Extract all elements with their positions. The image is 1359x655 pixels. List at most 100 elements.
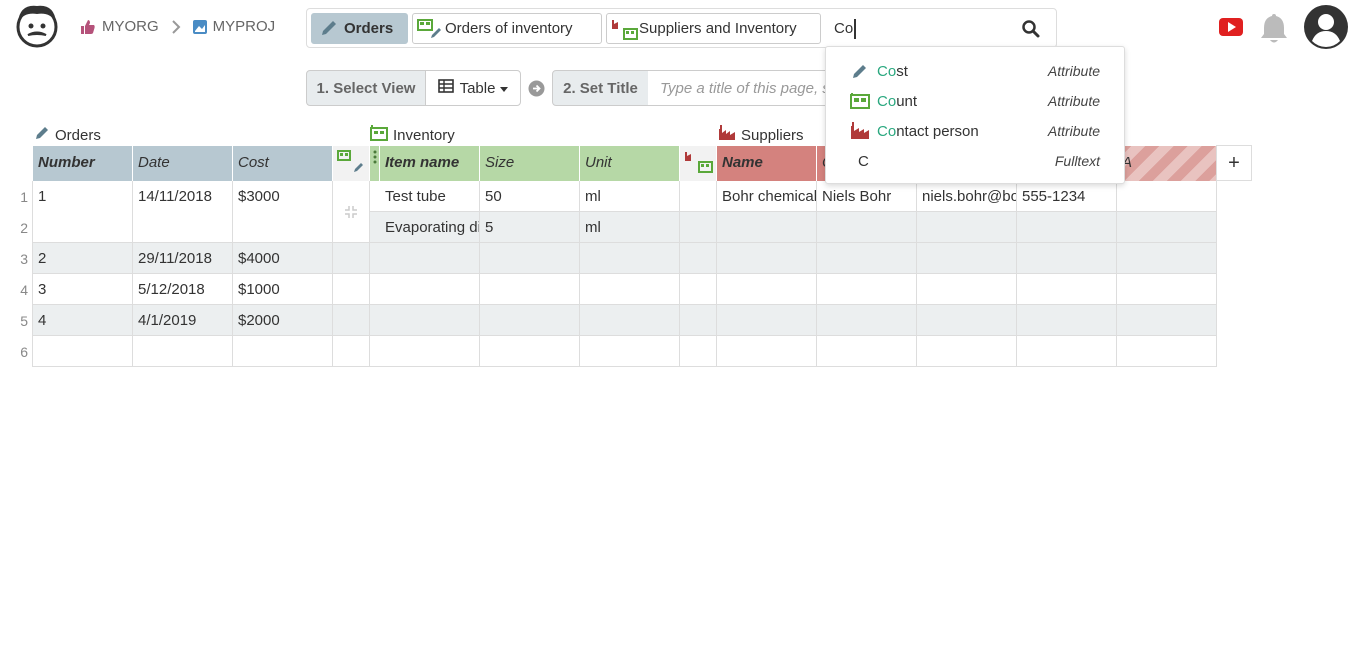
cell-link[interactable] (333, 305, 370, 336)
col-header-cost[interactable]: Cost (233, 146, 333, 181)
breadcrumb-org[interactable]: MYORG (102, 18, 159, 35)
title-input[interactable]: Type a title of this page, save (648, 70, 828, 106)
search-bar[interactable]: Orders Orders of inventory Suppliers and… (306, 8, 1057, 48)
cell-empty[interactable] (1117, 243, 1217, 274)
cell-size[interactable] (480, 336, 580, 367)
suggestion-contact-person[interactable]: Contact person Attribute (826, 116, 1124, 146)
cell-empty[interactable] (1117, 212, 1217, 243)
cell-sname[interactable] (717, 336, 817, 367)
cell-contact[interactable] (817, 212, 917, 243)
cell-phone[interactable] (1017, 274, 1117, 305)
cell-unit[interactable]: ml (580, 212, 680, 243)
col-header-item-name[interactable]: Item name (380, 146, 480, 181)
cell-unit[interactable]: ml (580, 181, 680, 212)
cell-contact[interactable] (817, 305, 917, 336)
cell-size[interactable]: 5 (480, 212, 580, 243)
cell-sname[interactable] (717, 305, 817, 336)
cell-date[interactable]: 29/11/2018 (133, 243, 233, 274)
cell-empty[interactable] (680, 336, 717, 367)
col-header-new[interactable]: A (1117, 146, 1217, 181)
bell-icon[interactable] (1259, 12, 1289, 44)
cell-date[interactable]: 14/11/2018 (133, 181, 233, 243)
chip-orders-of-inventory[interactable]: Orders of inventory (412, 13, 602, 44)
cell-empty[interactable] (1117, 274, 1217, 305)
cell-empty[interactable] (680, 243, 717, 274)
collapse-icon[interactable] (344, 205, 358, 223)
suggestion-fulltext[interactable]: C Fulltext (826, 146, 1124, 176)
link-column-header[interactable] (680, 146, 717, 181)
breadcrumb-project[interactable]: MYPROJ (213, 18, 276, 35)
cell-date[interactable]: 4/1/2019 (133, 305, 233, 336)
chip-orders[interactable]: Orders (311, 13, 408, 44)
cell-cost[interactable]: $2000 (233, 305, 333, 336)
view-dropdown[interactable]: Table (425, 70, 521, 106)
cell-contact[interactable] (817, 274, 917, 305)
search-input[interactable]: Co (834, 20, 853, 37)
cell-contact[interactable]: Niels Bohr (817, 181, 917, 212)
cell-unit[interactable] (580, 305, 680, 336)
suggestion-count[interactable]: Count Attribute (826, 86, 1124, 116)
cell-size[interactable] (480, 305, 580, 336)
cell-number[interactable] (33, 336, 133, 367)
cell-unit[interactable] (580, 274, 680, 305)
chip-suppliers-and-inventory[interactable]: Suppliers and Inventory (606, 13, 821, 44)
cell-contact[interactable] (817, 336, 917, 367)
cell-cost[interactable]: $1000 (233, 274, 333, 305)
cell-number[interactable]: 1 (33, 181, 133, 243)
cell-unit[interactable] (580, 243, 680, 274)
cell-empty[interactable] (680, 305, 717, 336)
cell-size[interactable]: 50 (480, 181, 580, 212)
search-icon[interactable] (1021, 19, 1041, 39)
cell-email[interactable] (917, 336, 1017, 367)
link-column-header[interactable] (333, 146, 370, 181)
cell-phone[interactable] (1017, 336, 1117, 367)
cell-item[interactable]: Test tube (380, 181, 480, 212)
cell-link[interactable] (333, 274, 370, 305)
cell-email[interactable]: niels.bohr@bohr.com (917, 181, 1017, 212)
cell-phone[interactable]: 555-1234 (1017, 181, 1117, 212)
add-column-button[interactable]: + (1216, 145, 1252, 181)
app-logo[interactable] (14, 2, 60, 48)
cell-sname[interactable] (717, 274, 817, 305)
cell-email[interactable] (917, 274, 1017, 305)
cell-empty[interactable] (1117, 181, 1217, 212)
col-header-name[interactable]: Name (717, 146, 817, 181)
col-header-unit[interactable]: Unit (580, 146, 680, 181)
cell-phone[interactable] (1017, 212, 1117, 243)
cell-phone[interactable] (1017, 305, 1117, 336)
col-header-date[interactable]: Date (133, 146, 233, 181)
col-header-number[interactable]: Number (33, 146, 133, 181)
cell-number[interactable]: 4 (33, 305, 133, 336)
cell-date[interactable] (133, 336, 233, 367)
cell-cost[interactable]: $4000 (233, 243, 333, 274)
cell-empty[interactable] (680, 181, 717, 212)
youtube-icon[interactable] (1219, 18, 1243, 36)
col-header-size[interactable]: Size (480, 146, 580, 181)
cell-size[interactable] (480, 274, 580, 305)
suggestion-cost[interactable]: Cost Attribute (826, 56, 1124, 86)
cell-contact[interactable] (817, 243, 917, 274)
cell-sname[interactable] (717, 212, 817, 243)
cell-item[interactable] (380, 305, 480, 336)
cell-link[interactable] (333, 336, 370, 367)
cell-number[interactable]: 3 (33, 274, 133, 305)
cell-link[interactable] (333, 181, 370, 243)
cell-phone[interactable] (1017, 243, 1117, 274)
drag-handle[interactable] (370, 146, 380, 181)
cell-empty[interactable] (1117, 305, 1217, 336)
cell-sname[interactable] (717, 243, 817, 274)
cell-size[interactable] (480, 243, 580, 274)
cell-unit[interactable] (580, 336, 680, 367)
cell-cost[interactable]: $3000 (233, 181, 333, 243)
cell-empty[interactable] (680, 274, 717, 305)
cell-empty[interactable] (680, 212, 717, 243)
cell-item[interactable] (380, 274, 480, 305)
cell-email[interactable] (917, 212, 1017, 243)
cell-item[interactable]: Evaporating dish (380, 212, 480, 243)
cell-cost[interactable] (233, 336, 333, 367)
cell-number[interactable]: 2 (33, 243, 133, 274)
cell-sname[interactable]: Bohr chemicals (717, 181, 817, 212)
cell-date[interactable]: 5/12/2018 (133, 274, 233, 305)
cell-item[interactable] (380, 243, 480, 274)
cell-empty[interactable] (1117, 336, 1217, 367)
